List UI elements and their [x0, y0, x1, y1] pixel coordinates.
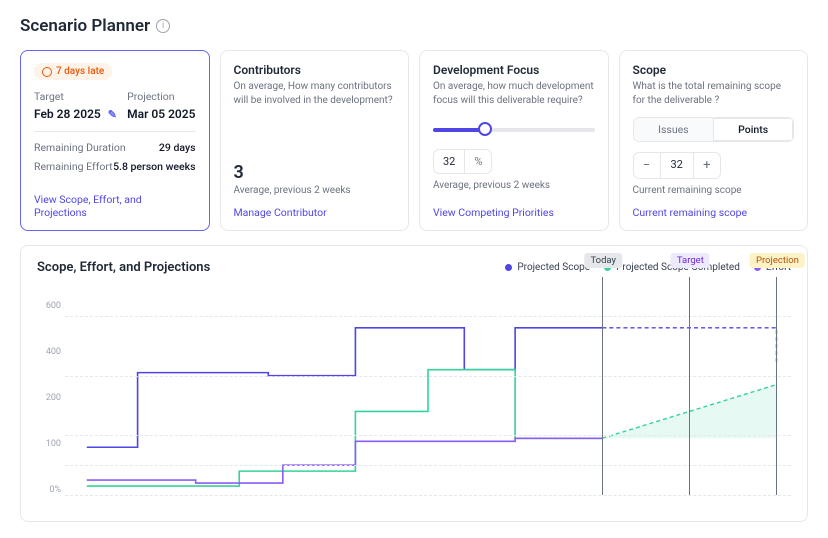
- focus-title: Development Focus: [433, 63, 595, 77]
- scope-stepper[interactable]: − 32 +: [633, 152, 721, 179]
- scope-title: Scope: [633, 63, 795, 77]
- dot-icon: [505, 264, 512, 271]
- late-badge: 7 days late: [34, 63, 112, 80]
- focus-card: Development Focus On average, how much d…: [419, 50, 609, 231]
- scope-value: 32: [660, 153, 694, 178]
- info-icon[interactable]: i: [156, 19, 170, 33]
- contributors-sub: On average, How many contributors will b…: [234, 80, 396, 107]
- marker-today: Today: [584, 253, 622, 268]
- summary-card: 7 days late Target Feb 28 2025 ✎ Project…: [20, 50, 210, 231]
- remaining-duration-row: Remaining Duration 29 days: [34, 141, 196, 154]
- page-title: Scenario Planner: [20, 16, 150, 36]
- slider-thumb[interactable]: [478, 122, 492, 136]
- contributors-card: Contributors On average, How many contri…: [220, 50, 410, 231]
- contributors-title: Contributors: [234, 63, 396, 77]
- tab-points[interactable]: Points: [713, 118, 793, 141]
- chart-area: 6004002001000% TodayTargetProjection: [37, 301, 791, 511]
- chart-legend: Projected Scope Projected Scope Complete…: [505, 262, 791, 273]
- legend-projected-scope: Projected Scope: [505, 262, 590, 273]
- scope-card: Scope What is the total remaining scope …: [619, 50, 809, 231]
- projection-label: Projection: [127, 90, 195, 103]
- marker-projection: Projection: [750, 253, 805, 268]
- edit-icon[interactable]: ✎: [108, 108, 117, 121]
- view-scope-link[interactable]: View Scope, Effort, and Projections: [34, 183, 196, 219]
- increment-button[interactable]: +: [694, 153, 720, 178]
- projection-value: Mar 05 2025: [127, 107, 195, 121]
- contributors-note: Average, previous 2 weeks: [234, 185, 396, 196]
- tab-issues[interactable]: Issues: [634, 118, 714, 141]
- chart-title: Scope, Effort, and Projections: [37, 260, 210, 275]
- badge-text: 7 days late: [56, 66, 104, 77]
- competing-priorities-link[interactable]: View Competing Priorities: [433, 196, 595, 219]
- focus-note: Average, previous 2 weeks: [433, 180, 595, 191]
- scope-note: Current remaining scope: [633, 185, 795, 196]
- scope-toggle[interactable]: Issues Points: [633, 117, 795, 142]
- marker-target: Target: [671, 253, 710, 268]
- chart-panel: Scope, Effort, and Projections Projected…: [20, 245, 808, 522]
- target-value[interactable]: Feb 28 2025 ✎: [34, 107, 117, 121]
- target-label: Target: [34, 90, 117, 103]
- manage-contributor-link[interactable]: Manage Contributor: [234, 196, 396, 219]
- decrement-button[interactable]: −: [634, 153, 660, 178]
- chart-plot: TodayTargetProjection: [65, 301, 791, 495]
- y-axis-labels: 6004002001000%: [37, 301, 61, 495]
- scope-sub: What is the total remaining scope for th…: [633, 80, 795, 107]
- clock-icon: [42, 67, 52, 77]
- current-scope-link[interactable]: Current remaining scope: [633, 196, 795, 219]
- focus-slider[interactable]: [433, 123, 595, 137]
- focus-sub: On average, how much development focus w…: [433, 80, 595, 107]
- divider: [34, 131, 196, 132]
- focus-input[interactable]: 32 %: [433, 149, 492, 174]
- remaining-effort-row: Remaining Effort 5.8 person weeks: [34, 160, 196, 173]
- contributors-value: 3: [234, 162, 396, 183]
